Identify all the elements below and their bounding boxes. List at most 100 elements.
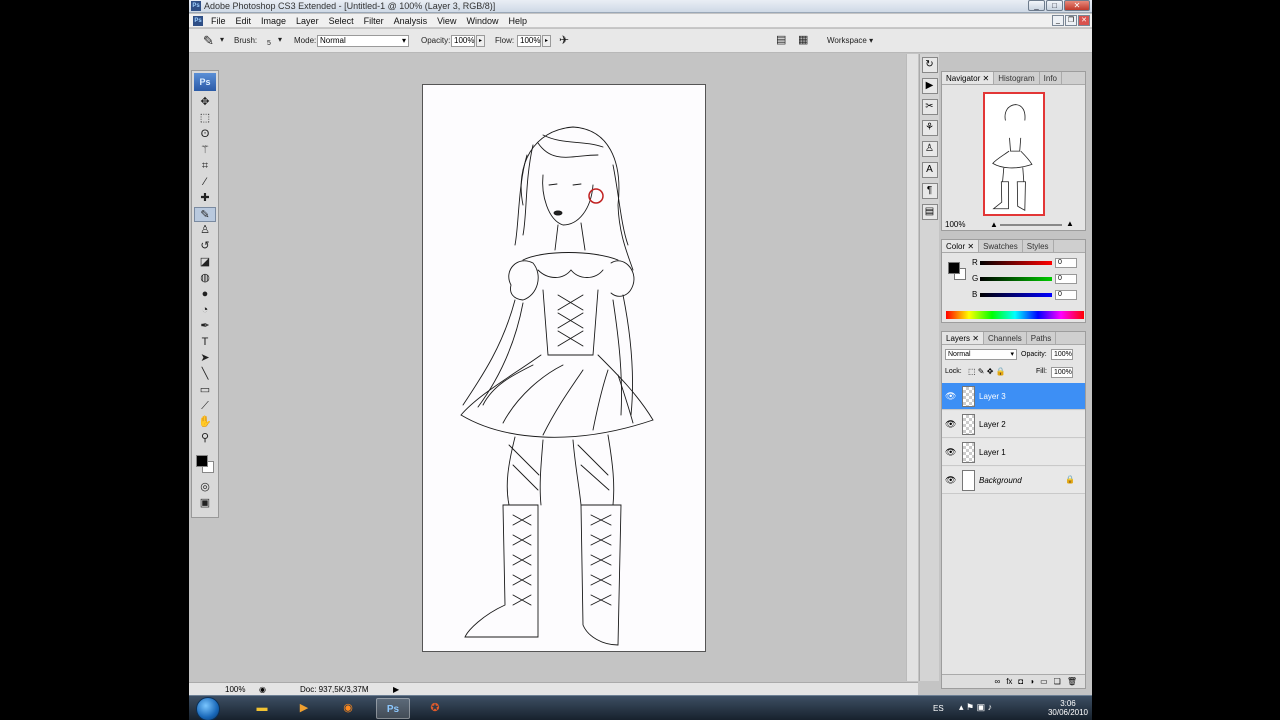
tab-histogram[interactable]: Histogram (994, 72, 1040, 84)
brushes-icon[interactable]: ⚘ (921, 120, 938, 136)
layer-style-icon[interactable]: fx (1006, 675, 1012, 688)
opacity-input[interactable]: 100% (451, 35, 475, 47)
tab-swatches[interactable]: Swatches (979, 240, 1023, 252)
flow-arrow-icon[interactable]: ▸ (542, 35, 551, 47)
zoom-tool-icon[interactable]: ⚲ (194, 431, 216, 446)
document-canvas[interactable] (422, 84, 706, 652)
tab-info[interactable]: Info (1040, 72, 1062, 84)
channel-g-value[interactable]: 0 (1055, 274, 1077, 284)
mode-select[interactable]: Normal ▾ (317, 35, 409, 47)
doc-restore-icon[interactable]: ❐ (1065, 15, 1077, 26)
tab-styles[interactable]: Styles (1023, 240, 1054, 252)
channel-r-value[interactable]: 0 (1055, 258, 1077, 268)
menu-view[interactable]: View (432, 16, 461, 26)
color-fg-swatch[interactable] (948, 262, 960, 274)
new-layer-icon[interactable]: ❏ (1054, 675, 1061, 688)
magic-wand-tool-icon[interactable]: ⚚ (194, 143, 216, 158)
path-selection-tool-icon[interactable]: ➤ (194, 351, 216, 366)
line-tool-icon[interactable]: ╲ (194, 367, 216, 382)
palette-well-icon[interactable]: ▤ (776, 33, 786, 46)
new-group-icon[interactable]: ▭ (1040, 675, 1048, 688)
pen-tool-icon[interactable]: ✒ (194, 319, 216, 334)
layer-mask-icon[interactable]: ◘ (1018, 675, 1023, 688)
channel-b-value[interactable]: 0 (1055, 290, 1077, 300)
media-center-icon[interactable]: ✪ (418, 698, 452, 719)
marquee-tool-icon[interactable]: ⬚ (194, 111, 216, 126)
actions-icon[interactable]: ▶ (921, 78, 938, 94)
status-menu-arrow-icon[interactable]: ▶ (393, 685, 399, 694)
menu-layer[interactable]: Layer (291, 16, 324, 26)
brush-size[interactable]: 5 (267, 40, 271, 47)
color-swatches[interactable] (194, 450, 216, 476)
paragraph-icon[interactable]: ¶ (921, 183, 938, 199)
eye-icon[interactable]: 👁 (945, 391, 956, 401)
navigator-zoom-slider[interactable] (1000, 224, 1062, 226)
minimize-icon[interactable]: _ (1028, 0, 1045, 11)
fill-input[interactable]: 100% (1051, 367, 1073, 378)
status-options-icon[interactable]: ◉ (259, 685, 266, 694)
brush-preset-icon[interactable]: ✎ (203, 33, 214, 49)
brush-picker-arrow-icon[interactable]: ▾ (278, 35, 282, 44)
tab-paths[interactable]: Paths (1027, 332, 1057, 344)
move-tool-icon[interactable]: ✥ (194, 95, 216, 110)
tray-icons[interactable]: ▴ ⚑ ▣ ♪ (959, 702, 992, 713)
zoom-out-icon[interactable]: ▲ (990, 220, 998, 229)
tab-layers[interactable]: Layers ✕ (942, 332, 984, 344)
crop-tool-icon[interactable]: ⌗ (194, 159, 216, 174)
menu-edit[interactable]: Edit (231, 16, 257, 26)
eraser-tool-icon[interactable]: ◪ (194, 255, 216, 270)
history-icon[interactable]: ↻ (921, 57, 938, 73)
ps-doc-icon[interactable]: Ps (193, 15, 203, 26)
link-layers-icon[interactable]: ∞ (994, 675, 1000, 688)
healing-brush-tool-icon[interactable]: ✚ (194, 191, 216, 206)
channel-b-slider[interactable] (980, 293, 1052, 297)
channel-g-slider[interactable] (980, 277, 1052, 281)
quick-mask-icon[interactable]: ◎ (194, 480, 216, 495)
eye-icon[interactable]: 👁 (945, 447, 956, 457)
menu-window[interactable]: Window (461, 16, 503, 26)
opacity-arrow-icon[interactable]: ▸ (476, 35, 485, 47)
photoshop-taskbar-icon[interactable]: Ps (376, 698, 410, 719)
menu-image[interactable]: Image (256, 16, 291, 26)
tab-navigator[interactable]: Navigator ✕ (942, 72, 995, 84)
adjustment-layer-icon[interactable]: ◑ (1029, 675, 1034, 688)
maximize-icon[interactable]: □ (1046, 0, 1063, 11)
eyedropper-tool-icon[interactable]: ⟋ (194, 399, 216, 414)
delete-layer-icon[interactable]: 🗑 (1067, 675, 1077, 688)
start-button-icon[interactable] (196, 697, 220, 720)
paint-bucket-tool-icon[interactable]: ◍ (194, 271, 216, 286)
brush-tool-icon[interactable]: ✎ (194, 207, 216, 222)
eye-icon[interactable]: 👁 (945, 475, 956, 485)
clock[interactable]: 3:06 30/06/2010 (1048, 699, 1088, 717)
tab-channels[interactable]: Channels (984, 332, 1027, 344)
layer-comps-icon[interactable]: ▤ (921, 204, 938, 220)
media-player-icon[interactable]: ▶ (287, 698, 321, 719)
firefox-icon[interactable]: ◉ (331, 698, 365, 719)
airbrush-icon[interactable]: ✈ (559, 33, 569, 47)
eye-icon[interactable]: 👁 (945, 419, 956, 429)
menu-filter[interactable]: Filter (359, 16, 389, 26)
hand-tool-icon[interactable]: ✋ (194, 415, 216, 430)
workspace-button[interactable]: Workspace ▾ (827, 36, 873, 45)
character-icon[interactable]: A (921, 162, 938, 178)
color-spectrum-ramp[interactable] (946, 311, 1084, 319)
clone-source-icon[interactable]: ♙ (921, 141, 938, 157)
navigator-thumbnail[interactable] (983, 92, 1045, 216)
tool-presets-icon[interactable]: ✂ (921, 99, 938, 115)
explorer-icon[interactable]: ▬ (245, 698, 279, 719)
clone-stamp-tool-icon[interactable]: ♙ (194, 223, 216, 238)
menu-analysis[interactable]: Analysis (389, 16, 433, 26)
dodge-tool-icon[interactable]: ◔ (194, 303, 216, 318)
vertical-scrollbar[interactable] (906, 54, 918, 681)
layer-opacity-input[interactable]: 100% (1051, 349, 1073, 360)
bridge-icon[interactable]: ▦ (798, 33, 808, 46)
menu-help[interactable]: Help (503, 16, 532, 26)
menu-file[interactable]: File (206, 16, 231, 26)
tab-color[interactable]: Color ✕ (942, 240, 980, 252)
channel-r-slider[interactable] (980, 261, 1052, 265)
type-tool-icon[interactable]: T (194, 335, 216, 350)
close-icon[interactable]: ✕ (1064, 0, 1090, 11)
layer-row-1[interactable]: 👁 Layer 1 (942, 439, 1085, 466)
flow-input[interactable]: 100% (517, 35, 541, 47)
lasso-tool-icon[interactable]: ʘ (194, 127, 216, 142)
